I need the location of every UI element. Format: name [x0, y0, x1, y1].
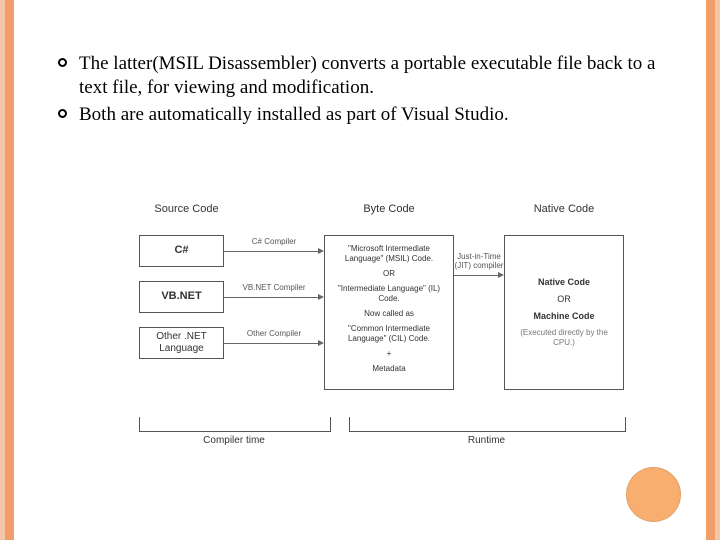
arrow-label: Just-in-Time (JIT) compiler: [454, 253, 504, 271]
native-line: OR: [557, 294, 571, 305]
slide-border-left: [0, 0, 14, 540]
column-header-native: Native Code: [509, 203, 619, 215]
native-line: Machine Code: [533, 311, 594, 322]
bullet-text: The latter(MSIL Disassembler) converts a…: [79, 52, 686, 101]
decorative-circle-icon: [626, 467, 681, 522]
byte-line: +: [387, 349, 392, 359]
native-line: Native Code: [538, 277, 590, 288]
arrow-vbnet-compiler: VB.NET Compiler: [224, 297, 324, 298]
byte-code-box: "Microsoft Intermediate Language" (MSIL)…: [324, 235, 454, 390]
list-item: The latter(MSIL Disassembler) converts a…: [58, 52, 686, 101]
bracket-runtime: [349, 417, 626, 432]
column-header-source: Source Code: [139, 203, 234, 215]
bullet-icon: [58, 58, 67, 67]
source-box-csharp: C#: [139, 235, 224, 267]
bracket-compile-time: [139, 417, 331, 432]
native-code-box: Native Code OR Machine Code (Executed di…: [504, 235, 624, 390]
byte-line: "Microsoft Intermediate Language" (MSIL)…: [329, 244, 449, 264]
slide-border-right: [706, 0, 720, 540]
arrow-label: Other Compiler: [224, 329, 324, 338]
slide-content: The latter(MSIL Disassembler) converts a…: [14, 0, 706, 540]
column-header-byte: Byte Code: [334, 203, 444, 215]
list-item: Both are automatically installed as part…: [58, 103, 686, 127]
bullet-text: Both are automatically installed as part…: [79, 103, 686, 127]
bullet-icon: [58, 109, 67, 118]
timeline-label-runtime: Runtime: [349, 435, 624, 446]
arrow-jit-compiler: Just-in-Time (JIT) compiler: [454, 275, 504, 276]
source-box-other: Other .NET Language: [139, 327, 224, 359]
source-box-vbnet: VB.NET: [139, 281, 224, 313]
byte-line: Metadata: [372, 364, 405, 374]
native-line: (Executed directly by the CPU.): [509, 328, 619, 348]
arrow-label: VB.NET Compiler: [224, 283, 324, 292]
byte-line: "Intermediate Language" (IL) Code.: [329, 284, 449, 304]
arrow-csharp-compiler: C# Compiler: [224, 251, 324, 252]
timeline-label-compile: Compiler time: [139, 435, 329, 446]
arrow-label: C# Compiler: [224, 237, 324, 246]
compilation-diagram: Source Code Byte Code Native Code C# VB.…: [109, 195, 629, 485]
byte-line: Now called as: [364, 309, 414, 319]
bullet-list: The latter(MSIL Disassembler) converts a…: [14, 0, 706, 127]
byte-line: OR: [383, 269, 395, 279]
arrow-other-compiler: Other Compiler: [224, 343, 324, 344]
byte-line: "Common Intermediate Language" (CIL) Cod…: [329, 324, 449, 344]
